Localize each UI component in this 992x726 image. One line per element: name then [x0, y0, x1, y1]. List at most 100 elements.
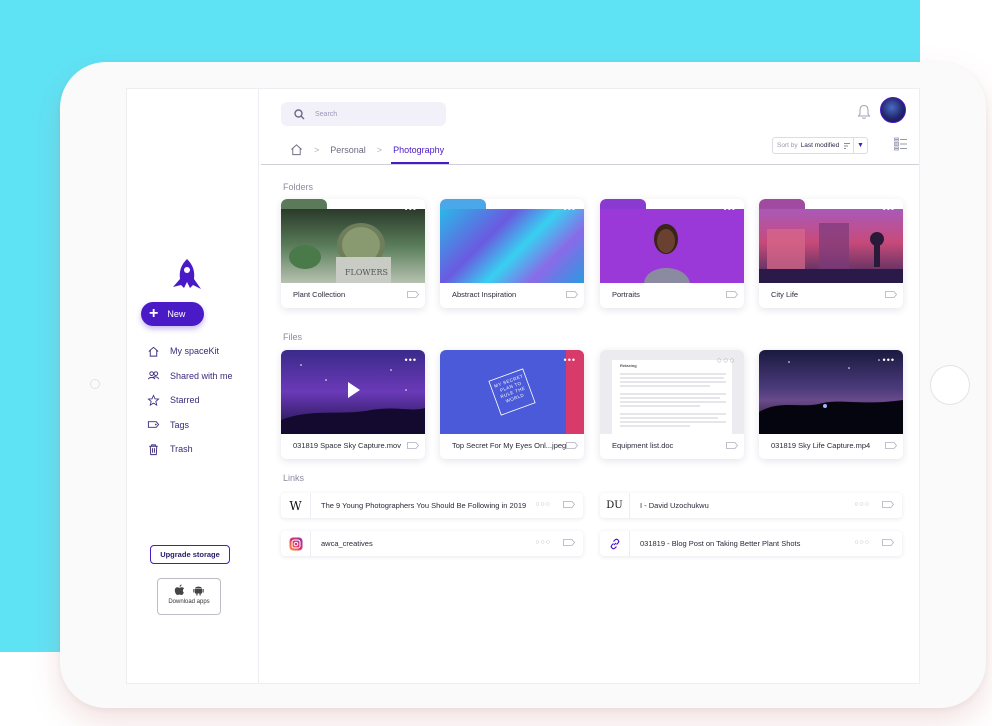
- file-thumbnail: MY SECRET PLAN TO RULE THE WORLD: [440, 350, 584, 434]
- tag-icon[interactable]: [563, 539, 575, 546]
- section-title-files: Files: [283, 332, 303, 342]
- file-card[interactable]: ••• 031819 Space Sky Capture.mov: [281, 350, 425, 459]
- apple-icon: [174, 584, 185, 595]
- sidebar: + New My spaceKit Shared with me Starred…: [127, 89, 259, 683]
- file-thumbnail: [759, 350, 903, 434]
- link-item[interactable]: awca_creatives ○○○: [281, 531, 583, 556]
- tag-icon[interactable]: [407, 291, 419, 298]
- sidebar-item-label: My spaceKit: [170, 346, 220, 357]
- more-options-icon[interactable]: •••: [883, 205, 895, 214]
- space-sky-image: [281, 364, 425, 434]
- tag-icon[interactable]: [882, 539, 894, 546]
- download-apps-label: Download apps: [168, 599, 210, 605]
- folder-card[interactable]: ••• Abstract Inspiration: [440, 199, 584, 308]
- more-options-icon[interactable]: ○○○: [535, 501, 551, 508]
- sidebar-item-starred[interactable]: Starred: [147, 388, 233, 413]
- folder-thumbnail: [440, 209, 584, 283]
- home-button[interactable]: [930, 365, 970, 405]
- link-item[interactable]: W The 9 Young Photographers You Should B…: [281, 493, 583, 518]
- home-icon[interactable]: [290, 143, 303, 156]
- sort-prefix: Sort by: [777, 142, 798, 149]
- folder-name: Portraits: [612, 290, 640, 299]
- more-options-icon[interactable]: ○○○: [717, 356, 736, 365]
- folder-card[interactable]: ••• City Life: [759, 199, 903, 308]
- tag-icon[interactable]: [566, 291, 578, 298]
- tag-icon[interactable]: [882, 501, 894, 508]
- download-apps-button[interactable]: Download apps: [157, 578, 221, 615]
- chevron-right-icon: >: [314, 144, 320, 155]
- sidebar-item-label: Trash: [170, 444, 193, 455]
- more-options-icon[interactable]: •••: [405, 356, 417, 365]
- tag-icon[interactable]: [563, 501, 575, 508]
- tag-icon[interactable]: [407, 442, 419, 449]
- people-icon: [147, 371, 160, 380]
- chevron-down-icon[interactable]: ▼: [853, 138, 867, 153]
- sidebar-item-shared[interactable]: Shared with me: [147, 364, 233, 389]
- svg-text:FLOWERS: FLOWERS: [345, 268, 388, 277]
- sidebar-item-label: Starred: [170, 395, 200, 406]
- sidebar-item-tags[interactable]: Tags: [147, 413, 233, 438]
- cactus-image: FLOWERS: [289, 223, 391, 285]
- upgrade-storage-button[interactable]: Upgrade storage: [150, 545, 230, 564]
- new-button[interactable]: + New: [141, 302, 204, 326]
- avatar[interactable]: [880, 97, 906, 123]
- sidebar-item-trash[interactable]: Trash: [147, 437, 233, 462]
- file-name: 031819 Space Sky Capture.mov: [293, 441, 401, 450]
- home-icon: [148, 346, 159, 357]
- search-input[interactable]: Search: [281, 102, 446, 126]
- tag-icon: [147, 421, 160, 428]
- more-options-icon[interactable]: •••: [405, 205, 417, 214]
- link-item[interactable]: 031819 - Blog Post on Taking Better Plan…: [600, 531, 902, 556]
- folder-name: Abstract Inspiration: [452, 290, 517, 299]
- more-options-icon[interactable]: •••: [564, 205, 576, 214]
- file-card[interactable]: Relaxing ○○○ Equipment list.doc: [600, 350, 744, 459]
- link-title: The 9 Young Photographers You Should Be …: [321, 501, 527, 510]
- more-options-icon[interactable]: •••: [564, 356, 576, 365]
- plus-icon: +: [149, 305, 159, 322]
- new-button-label: New: [167, 309, 186, 319]
- file-name: Equipment list.doc: [612, 441, 674, 450]
- more-options-icon[interactable]: •••: [883, 356, 895, 365]
- more-options-icon[interactable]: ○○○: [854, 539, 870, 546]
- tag-icon[interactable]: [726, 442, 738, 449]
- portrait-image: [644, 224, 690, 283]
- breadcrumb-item[interactable]: Personal: [330, 145, 366, 155]
- tag-icon[interactable]: [726, 291, 738, 298]
- android-icon: [193, 586, 204, 596]
- folder-thumbnail: [600, 209, 744, 283]
- sidebar-item-my-spacekit[interactable]: My spaceKit: [147, 339, 233, 364]
- sort-value: Last modified: [800, 142, 840, 149]
- breadcrumb-item-current[interactable]: Photography: [393, 145, 444, 155]
- folder-card[interactable]: FLOWERS ••• Plant Collection: [281, 199, 425, 308]
- file-card[interactable]: MY SECRET PLAN TO RULE THE WORLD ••• Top…: [440, 350, 584, 459]
- star-icon: [147, 394, 160, 406]
- chain-link-icon: [600, 531, 630, 556]
- list-view-icon[interactable]: [894, 137, 908, 151]
- more-options-icon[interactable]: ○○○: [854, 501, 870, 508]
- file-card[interactable]: ••• 031819 Sky Life Capture.mp4: [759, 350, 903, 459]
- play-icon: [348, 382, 360, 398]
- bell-icon[interactable]: [857, 104, 871, 120]
- tag-icon[interactable]: [885, 291, 897, 298]
- du-logo-icon: DU: [600, 493, 630, 518]
- file-name: 031819 Sky Life Capture.mp4: [771, 441, 871, 450]
- folder-name: City Life: [771, 290, 799, 299]
- chevron-right-icon: >: [376, 144, 383, 155]
- sky-life-image: [759, 359, 903, 434]
- folder-thumbnail: [759, 209, 903, 283]
- section-title-links: Links: [283, 473, 305, 483]
- w-magazine-icon: W: [281, 493, 311, 518]
- sort-dropdown[interactable]: Sort by Last modified ▼: [772, 137, 868, 154]
- folder-thumbnail: FLOWERS: [281, 209, 425, 285]
- tag-icon[interactable]: [566, 442, 578, 449]
- camera-icon: [90, 379, 100, 389]
- sidebar-item-label: Shared with me: [170, 370, 233, 381]
- more-options-icon[interactable]: ○○○: [535, 539, 551, 546]
- more-options-icon[interactable]: •••: [724, 205, 736, 214]
- folder-card[interactable]: ••• Portraits: [600, 199, 744, 308]
- sort-lines-icon: [844, 142, 851, 149]
- breadcrumb: > Personal > Photography: [290, 143, 444, 156]
- app-screen: + New My spaceKit Shared with me Starred…: [126, 88, 920, 684]
- tag-icon[interactable]: [885, 442, 897, 449]
- link-item[interactable]: DU I - David Uzochukwu ○○○: [600, 493, 902, 518]
